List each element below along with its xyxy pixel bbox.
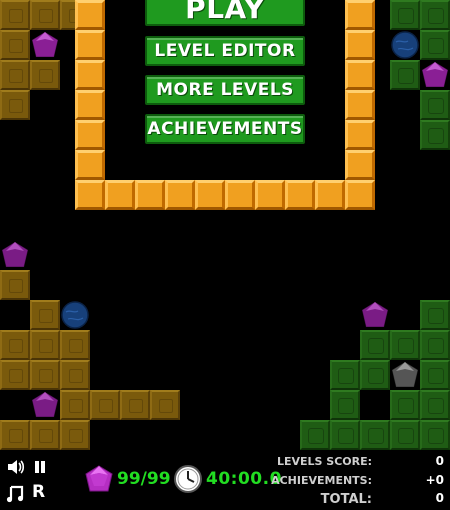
grass-tile: [330, 390, 360, 420]
dirt-tile: [0, 330, 30, 360]
grass-tile: [390, 60, 420, 90]
frame-brick: [75, 180, 105, 210]
grass-tile: [330, 360, 360, 390]
frame-brick: [75, 90, 105, 120]
frame-brick: [345, 150, 375, 180]
frame-brick: [165, 180, 195, 210]
grass-tile: [360, 360, 390, 390]
dirt-tile: [0, 360, 30, 390]
grass-tile: [360, 330, 390, 360]
grass-tile: [420, 300, 450, 330]
total-label: TOTAL:: [320, 492, 372, 507]
grass-tile: [330, 420, 360, 450]
game-stage: PLAY LEVEL EDITOR MORE LEVELS ACHIEVEMEN…: [0, 0, 450, 510]
boulder-icon: [61, 301, 89, 329]
frame-brick: [75, 30, 105, 60]
frame-brick: [345, 60, 375, 90]
dirt-tile: [30, 420, 60, 450]
frame-brick: [285, 180, 315, 210]
grass-tile: [390, 420, 420, 450]
dirt-tile: [60, 390, 90, 420]
achievements-score-value: +0: [425, 473, 444, 487]
total-value: 0: [435, 491, 444, 505]
dirt-tile: [60, 420, 90, 450]
gem-icon: [85, 465, 113, 492]
dirt-tile: [60, 360, 90, 390]
grass-tile: [360, 420, 390, 450]
frame-brick: [105, 180, 135, 210]
achievements-score-label: ACHIEVEMENTS:: [271, 474, 372, 487]
dirt-tile: [30, 330, 60, 360]
grass-tile: [420, 330, 450, 360]
grass-tile: [300, 420, 330, 450]
frame-brick: [75, 60, 105, 90]
dirt-tile: [30, 60, 60, 90]
grass-tile: [420, 420, 450, 450]
grass-tile: [420, 120, 450, 150]
frame-brick: [315, 180, 345, 210]
status-bar: R 99/99 40:00.0 LEVELS SCORE: 0 ACHIEVEM…: [0, 450, 450, 510]
boulder-icon: [391, 31, 419, 59]
grass-tile: [420, 0, 450, 30]
levels-score-value: 0: [435, 454, 444, 468]
gem-icon: [31, 31, 59, 58]
levels-score-label: LEVELS SCORE:: [276, 455, 372, 468]
rock-gem-icon: [391, 361, 419, 388]
dirt-tile: [150, 390, 180, 420]
dirt-tile: [30, 300, 60, 330]
grass-tile: [420, 90, 450, 120]
frame-brick: [345, 30, 375, 60]
more-levels-button[interactable]: MORE LEVELS: [145, 75, 305, 105]
grass-tile: [390, 330, 420, 360]
grass-tile: [420, 390, 450, 420]
dirt-tile: [90, 390, 120, 420]
speaker-icon[interactable]: [6, 458, 26, 476]
frame-brick: [195, 180, 225, 210]
pause-icon[interactable]: [33, 460, 47, 474]
clock-icon: [174, 465, 202, 493]
level-editor-button[interactable]: LEVEL EDITOR: [145, 36, 305, 66]
dirt-tile: [0, 270, 30, 300]
dirt-tile: [0, 0, 30, 30]
frame-brick: [75, 150, 105, 180]
grass-tile: [390, 390, 420, 420]
grass-tile: [390, 0, 420, 30]
dirt-tile: [0, 90, 30, 120]
frame-brick: [255, 180, 285, 210]
frame-brick: [345, 120, 375, 150]
play-button[interactable]: PLAY: [145, 0, 305, 26]
gem-icon: [1, 241, 29, 268]
dirt-tile: [0, 420, 30, 450]
frame-brick: [345, 180, 375, 210]
dirt-tile: [30, 360, 60, 390]
dirt-tile: [30, 0, 60, 30]
dirt-tile: [60, 330, 90, 360]
frame-brick: [225, 180, 255, 210]
frame-brick: [345, 0, 375, 30]
gem-counter: 99/99: [117, 469, 171, 489]
restart-icon[interactable]: R: [32, 482, 45, 502]
achievements-button[interactable]: ACHIEVEMENTS: [145, 114, 305, 144]
frame-brick: [135, 180, 165, 210]
frame-brick: [345, 90, 375, 120]
frame-brick: [75, 120, 105, 150]
dirt-tile: [120, 390, 150, 420]
gem-icon: [31, 391, 59, 418]
dirt-tile: [0, 60, 30, 90]
music-note-icon[interactable]: [6, 485, 24, 503]
gem-icon: [361, 301, 389, 328]
gem-icon: [421, 61, 449, 88]
dirt-tile: [0, 30, 30, 60]
grass-tile: [420, 360, 450, 390]
grass-tile: [420, 30, 450, 60]
frame-brick: [75, 0, 105, 30]
